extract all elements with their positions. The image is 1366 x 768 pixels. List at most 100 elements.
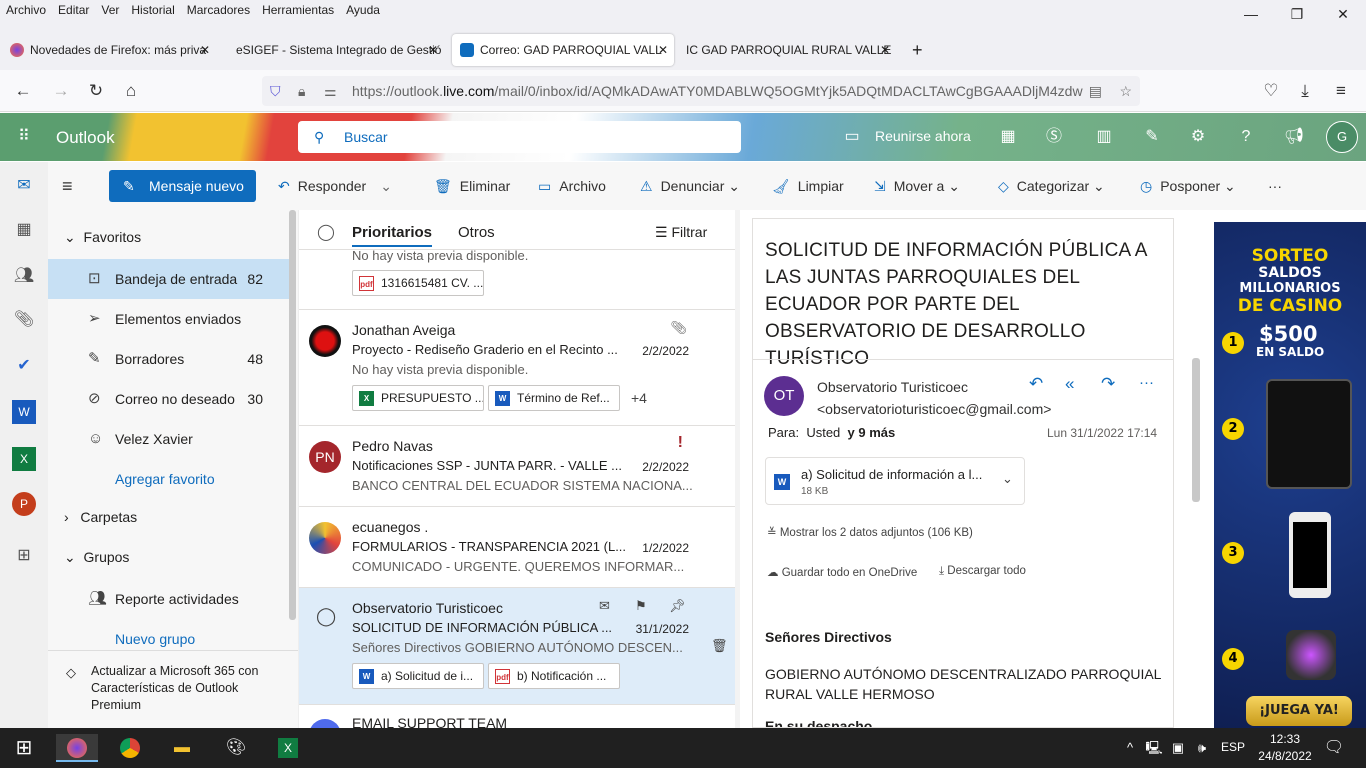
upgrade-link[interactable]: Actualizar a Microsoft 365 con Caracterí… <box>91 663 261 714</box>
groups-header[interactable]: ⌄ Grupos <box>64 549 129 566</box>
file-explorer-icon[interactable]: ▬ <box>168 734 196 762</box>
folders-header[interactable]: › Carpetas <box>64 509 137 525</box>
new-group-link[interactable]: Nuevo grupo <box>48 619 291 659</box>
forward-icon[interactable]: ↷ <box>1101 374 1115 394</box>
tab-other[interactable]: Otros <box>458 224 495 241</box>
folder-scrollbar[interactable] <box>289 210 296 620</box>
sender-name[interactable]: Observatorio Turisticoec <box>817 379 968 395</box>
filter-button[interactable]: ☰ Filtrar <box>655 224 707 241</box>
downloads-icon[interactable]: ⤓ <box>1292 78 1318 104</box>
menu-herramientas[interactable]: Herramientas <box>262 0 334 30</box>
attachment-icon[interactable]: 📎︎ <box>12 308 36 332</box>
folder-sent[interactable]: ➢ Elementos enviados <box>48 299 291 339</box>
snooze-button[interactable]: ◷ Posponer ⌄ <box>1140 174 1236 198</box>
todo-check-icon[interactable]: ✔ <box>12 354 36 378</box>
more-actions-icon[interactable]: ··· <box>1139 374 1154 391</box>
account-avatar[interactable]: G <box>1326 121 1358 153</box>
recipients[interactable]: Para: Usted y 9 más <box>768 425 895 440</box>
folder-inbox[interactable]: ⊡ Bandeja de entrada 82 <box>48 259 291 299</box>
group-reporte-actividades[interactable]: 👥︎ Reporte actividades <box>48 579 291 619</box>
attachment-chip[interactable]: pdf 1316615481 CV. ... <box>352 270 484 296</box>
folder-junk[interactable]: ⊘ Correo no deseado 30 <box>48 379 291 419</box>
attachment-chip[interactable]: X PRESUPUESTO ... <box>352 385 484 411</box>
select-all-icon[interactable]: ◯ <box>317 222 335 242</box>
url-bar[interactable]: ⛉ 🔒︎ ⚌ https://outlook.live.com/mail/0/i… <box>262 76 1140 106</box>
qr-icon[interactable]: ▦ <box>996 125 1020 149</box>
tab-outlook[interactable]: Correo: GAD PARROQUIAL VALL ✕ <box>452 34 674 66</box>
clock[interactable]: 12:33 24/8/2022 <box>1254 731 1316 765</box>
mail-icon[interactable]: ✉ <box>12 174 36 198</box>
app-launcher-icon[interactable]: ⠿ <box>12 125 36 149</box>
help-icon[interactable]: ? <box>1234 125 1258 149</box>
back-icon[interactable]: ← <box>10 78 36 104</box>
language-indicator[interactable]: ESP <box>1221 740 1245 754</box>
home-icon[interactable]: ⌂ <box>118 78 144 104</box>
close-window-button[interactable]: ✕ <box>1320 0 1366 30</box>
folder-velez-xavier[interactable]: ☺ Velez Xavier <box>48 419 291 459</box>
more-attachments[interactable]: +4 <box>631 390 647 406</box>
restore-button[interactable]: ❐ <box>1274 0 1320 30</box>
trash-icon[interactable]: 🗑︎ <box>711 638 728 654</box>
sender-avatar[interactable]: OT <box>764 376 804 416</box>
folder-drafts[interactable]: ✎ Borradores 48 <box>48 339 291 379</box>
skype-icon[interactable]: Ⓢ <box>1042 125 1066 149</box>
attachment-card[interactable]: W a) Solicitud de información a l... 18 … <box>765 457 1025 505</box>
minimize-button[interactable]: — <box>1228 0 1274 30</box>
attachment-chip[interactable]: W Término de Ref... <box>488 385 620 411</box>
hamburger-icon[interactable]: ≡ <box>62 174 73 198</box>
add-favorite-link[interactable]: Agregar favorito <box>48 459 291 499</box>
menu-ver[interactable]: Ver <box>101 0 119 30</box>
reply-button[interactable]: ↶ Responder ⌄ <box>278 174 392 198</box>
close-tab-icon[interactable]: ✕ <box>880 34 890 66</box>
menu-editar[interactable]: Editar <box>58 0 89 30</box>
save-onedrive-button[interactable]: ☁ Guardar todo en OneDrive <box>767 565 917 579</box>
excel-icon[interactable]: X <box>12 447 36 471</box>
list-item[interactable]: No hay vista previa disponible. pdf 13166… <box>299 248 735 310</box>
chevron-down-icon[interactable]: ⌄ <box>380 178 392 194</box>
people-icon[interactable]: 👥︎ <box>12 264 36 288</box>
list-item[interactable]: Jonathan Aveiga 📎︎ Proyecto - Rediseño G… <box>299 310 735 426</box>
more-apps-icon[interactable]: ⊞ <box>12 544 36 568</box>
app-name[interactable]: Outlook <box>56 128 115 148</box>
menu-historial[interactable]: Historial <box>131 0 174 30</box>
tab-firefox-news[interactable]: Novedades de Firefox: más priva ✕ <box>2 34 216 66</box>
reading-scrollbar[interactable] <box>1192 358 1200 502</box>
office-icon[interactable]: ▥ <box>1092 125 1116 149</box>
move-to-button[interactable]: ⇲ Mover a ⌄ <box>874 174 960 198</box>
bookmark-star-icon[interactable]: ☆ <box>1119 76 1132 106</box>
show-all-attachments[interactable]: ≚ Mostrar los 2 datos adjuntos (106 KB) <box>767 525 973 539</box>
calendar-icon[interactable]: ▦ <box>12 218 36 242</box>
tab-focused[interactable]: Prioritarios <box>352 224 433 247</box>
favorites-header[interactable]: ⌄ Favoritos <box>64 229 141 246</box>
notifications-icon[interactable]: 🗨︎ <box>1320 734 1348 762</box>
close-tab-icon[interactable]: ✕ <box>428 34 438 66</box>
reload-icon[interactable]: ↻ <box>83 78 109 104</box>
word-icon[interactable]: W <box>12 400 36 424</box>
list-item[interactable]: PN Pedro Navas ! Notificaciones SSP - JU… <box>299 426 735 507</box>
gear-icon[interactable]: ⚙ <box>1186 125 1210 149</box>
new-message-button[interactable]: ✎ Mensaje nuevo <box>109 170 256 202</box>
list-item[interactable]: ecuanegos . FORMULARIOS - TRANSPARENCIA … <box>299 507 735 588</box>
search-input[interactable]: ⚲ Buscar <box>298 121 741 153</box>
taskbar-chrome[interactable] <box>116 734 144 762</box>
mark-read-icon[interactable]: ✉ <box>599 598 610 614</box>
sweep-button[interactable]: 🧹︎ Limpiar <box>772 174 844 198</box>
new-tab-button[interactable]: + <box>906 34 934 66</box>
list-item[interactable]: EMAIL SUPPORT TEAM <box>299 705 735 728</box>
flag-icon[interactable]: ⚑ <box>635 598 647 614</box>
tab-esigef[interactable]: eSIGEF - Sistema Integrado de Gestió ✕ <box>226 34 444 66</box>
close-tab-icon[interactable]: ✕ <box>658 34 668 66</box>
close-tab-icon[interactable]: ✕ <box>200 34 210 66</box>
tab-ic-gad[interactable]: IC GAD PARROQUIAL RURAL VALLE ✕ <box>678 34 896 66</box>
list-scrollbar[interactable] <box>735 210 740 728</box>
volume-icon[interactable]: 🕪︎ <box>1188 734 1216 762</box>
taskbar-excel[interactable]: X <box>274 734 302 762</box>
menu-marcadores[interactable]: Marcadores <box>187 0 250 30</box>
attachment-chip[interactable]: Wa) Solicitud de i... <box>352 663 484 689</box>
menu-archivo[interactable]: Archivo <box>6 0 46 30</box>
archive-button[interactable]: ▭ Archivo <box>538 174 606 198</box>
ad-cta-button[interactable]: ¡JUEGA YA! <box>1246 696 1352 726</box>
meet-now-button[interactable]: Reunirse ahora <box>875 128 971 144</box>
powerpoint-icon[interactable]: P <box>12 492 36 516</box>
report-button[interactable]: ⚠ Denunciar ⌄ <box>640 174 740 198</box>
